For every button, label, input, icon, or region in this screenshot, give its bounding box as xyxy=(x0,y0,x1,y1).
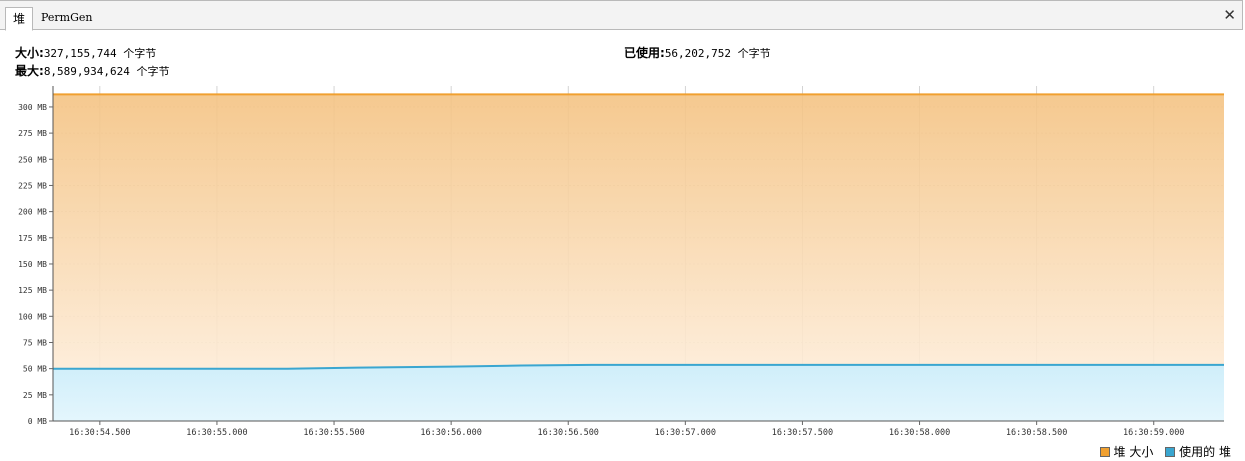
heap-size-area xyxy=(53,94,1224,369)
y-tick-label: 100 MB xyxy=(18,312,47,321)
y-tick-label: 0 MB xyxy=(28,417,47,426)
x-tick-label: 16:30:56.000 xyxy=(420,428,481,438)
y-tick-label: 275 MB xyxy=(18,129,47,138)
y-tick-label: 25 MB xyxy=(23,391,47,400)
y-tick-label: 50 MB xyxy=(23,365,47,374)
chart-legend: 堆 大小 使用的 堆 xyxy=(1099,445,1231,459)
y-tick-label: 200 MB xyxy=(18,208,47,217)
x-tick-label: 16:30:56.500 xyxy=(538,428,599,438)
legend-used-heap: 使用的 堆 xyxy=(1179,445,1231,459)
y-tick-label: 175 MB xyxy=(18,234,47,243)
x-tick-label: 16:30:59.000 xyxy=(1123,428,1184,438)
x-tick-label: 16:30:58.500 xyxy=(1006,428,1067,438)
legend-heap-size: 堆 大小 xyxy=(1113,445,1154,459)
x-tick-label: 16:30:54.500 xyxy=(69,428,130,438)
x-tick-label: 16:30:57.500 xyxy=(772,428,833,438)
y-tick-label: 125 MB xyxy=(18,286,47,295)
y-tick-label: 225 MB xyxy=(18,181,47,190)
x-tick-label: 16:30:57.000 xyxy=(655,428,716,438)
x-tick-label: 16:30:55.500 xyxy=(303,428,364,438)
y-tick-label: 150 MB xyxy=(18,260,47,269)
y-tick-label: 300 MB xyxy=(18,103,47,112)
x-tick-label: 16:30:55.000 xyxy=(186,428,247,438)
legend-swatch-heap-size xyxy=(1099,447,1110,457)
y-tick-label: 250 MB xyxy=(18,155,47,164)
legend-swatch-used-heap xyxy=(1165,447,1176,457)
x-tick-label: 16:30:58.000 xyxy=(889,428,950,438)
heap-chart: 0 MB 25 MB 50 MB 75 MB 100 MB 125 MB 150 MB 175… xyxy=(18,86,1224,438)
y-tick-label: 75 MB xyxy=(23,338,47,347)
used-heap-area xyxy=(53,364,1224,421)
